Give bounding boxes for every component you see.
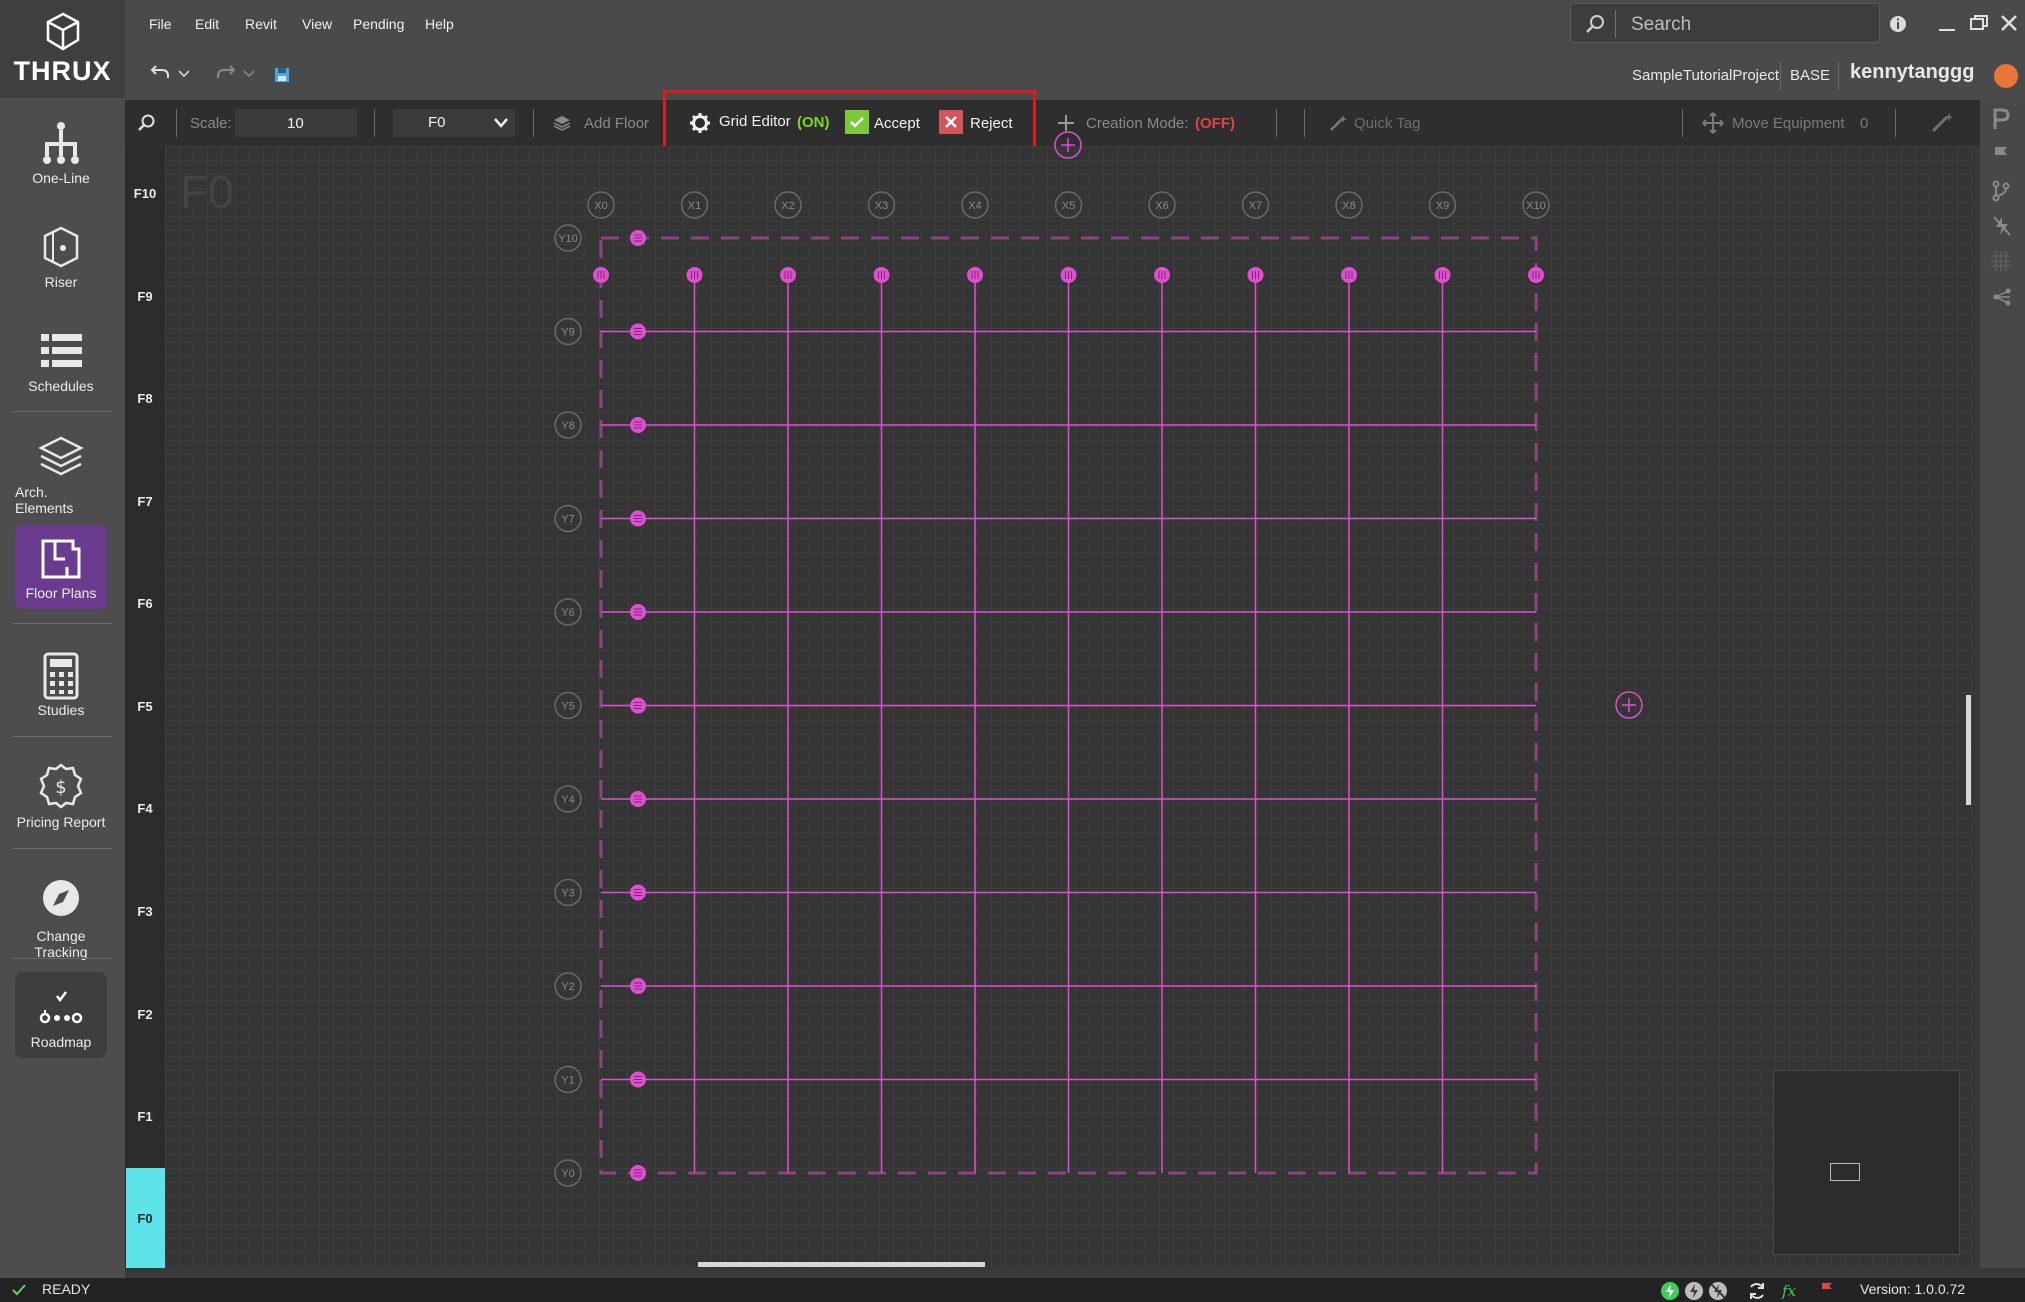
plus-icon [1061,138,1075,152]
power-on-icon[interactable] [1660,1281,1680,1301]
grid-label-x: X9 [1436,200,1449,212]
grid-label-y: Y10 [558,233,578,245]
no-power-icon[interactable] [1992,215,2012,237]
grid-label-y: Y8 [561,420,574,432]
grid-label-x: X1 [688,200,701,212]
horizontal-scrollbar[interactable] [698,1262,985,1267]
version-label: Version: 1.0.0.72 [1860,1281,1966,1297]
grid-label-y: Y2 [561,981,574,993]
grid-drawing[interactable]: X0 X1 X2 X3 X4 X5 X6 X7 X8 X9 X10 Y10 Y9 Y8 Y7 Y6 Y5 Y4 Y3… [0,0,2025,1302]
p-icon[interactable] [1992,108,2010,130]
grid-label-x: X3 [875,200,888,212]
sync-icon[interactable] [1747,1281,1767,1301]
formula-icon[interactable]: fx [1780,1281,1800,1301]
grid-label-y: Y4 [561,794,574,806]
grid-label-x: X8 [1342,200,1355,212]
grid-label-y: Y5 [561,701,574,713]
vertical-scrollbar[interactable] [1966,695,1971,805]
power-off-icon[interactable] [1708,1281,1728,1301]
share-icon[interactable] [1992,287,2012,307]
grid-label-x: X2 [781,200,794,212]
grid-label-x: X4 [968,200,981,212]
minimap[interactable] [1773,1070,1960,1255]
flag-icon[interactable] [1820,1282,1834,1298]
right-tool-strip [1980,100,2025,1268]
grid-label-y: Y9 [561,327,574,339]
plus-icon [1622,698,1636,712]
minimap-viewport[interactable] [1830,1163,1860,1181]
flag-icon[interactable] [1992,145,2010,165]
status-bar: READY fx Version: 1.0.0.72 [0,1278,2025,1302]
grid-label-y: Y1 [561,1075,574,1087]
grid-label-x: X0 [594,200,607,212]
branch-icon[interactable] [1992,180,2010,202]
checkmark-icon [12,1284,26,1296]
grid-label-y: Y0 [561,1168,574,1180]
svg-text:fx: fx [1781,1282,1797,1300]
grid-label-y: Y7 [561,514,574,526]
grid-icon[interactable] [1990,250,2012,272]
status-text: READY [42,1281,91,1297]
grid-label-x: X6 [1155,200,1168,212]
grid-label-x: X10 [1526,200,1546,212]
power-icon[interactable] [1684,1281,1704,1301]
grid-label-y: Y6 [561,607,574,619]
grid-label-x: X7 [1249,200,1262,212]
grid-label-x: X5 [1062,200,1075,212]
grid-label-y: Y3 [561,888,574,900]
